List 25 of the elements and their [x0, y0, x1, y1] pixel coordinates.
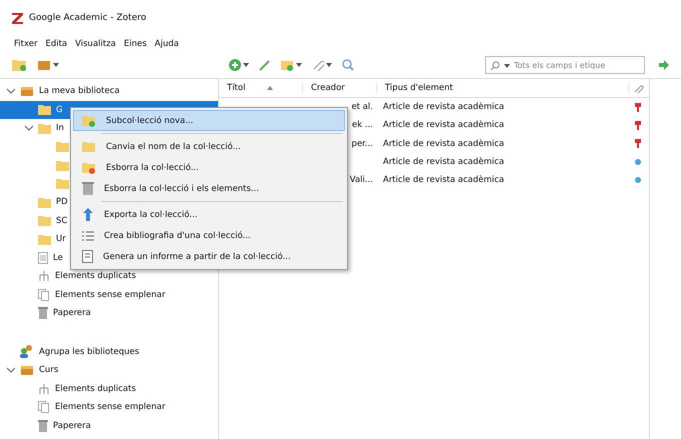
- table-cell-text: Article de revista acadèmica: [382, 138, 506, 149]
- tree-item-label: In: [56, 123, 64, 134]
- table-cell-text: Article de revista acadèmica: [382, 175, 506, 186]
- tree-item-label: SC: [56, 216, 68, 226]
- table-cell: per...: [352, 138, 373, 149]
- tree-item-label: La meva biblioteca: [39, 86, 120, 96]
- table-cell-text: Article de revista acadèmica: [382, 120, 506, 130]
- table-cell: et al.: [351, 102, 373, 112]
- tree-item-label: Le: [53, 252, 63, 263]
- tree-item-label: Agrupa les biblioteques: [39, 346, 140, 357]
- tree-item-label: Elements duplicats: [55, 271, 136, 282]
- table-cell-text: Article de revista acadèmica: [382, 102, 506, 112]
- table-cell: ek ...: [352, 120, 373, 130]
- tree-item-label: Elements sense emplenar: [55, 402, 166, 412]
- tree-item-label: Paperera: [53, 420, 91, 431]
- tree-item-label: Elements duplicats: [55, 384, 136, 394]
- tree-item-label: Elements sense emplenar: [55, 290, 166, 300]
- table-cell: Vali...: [350, 175, 373, 186]
- table-cell-text: Article de revista acadèmica: [382, 157, 506, 168]
- tree-item-label: G: [56, 104, 63, 115]
- tree-item-label: Curs: [39, 365, 58, 376]
- tree-item-label: PD: [56, 197, 68, 208]
- tree-item-label: Ur: [56, 234, 66, 244]
- window-title: Google Academic - Zotero: [29, 13, 146, 23]
- tree-item-label: Paperera: [53, 308, 91, 318]
